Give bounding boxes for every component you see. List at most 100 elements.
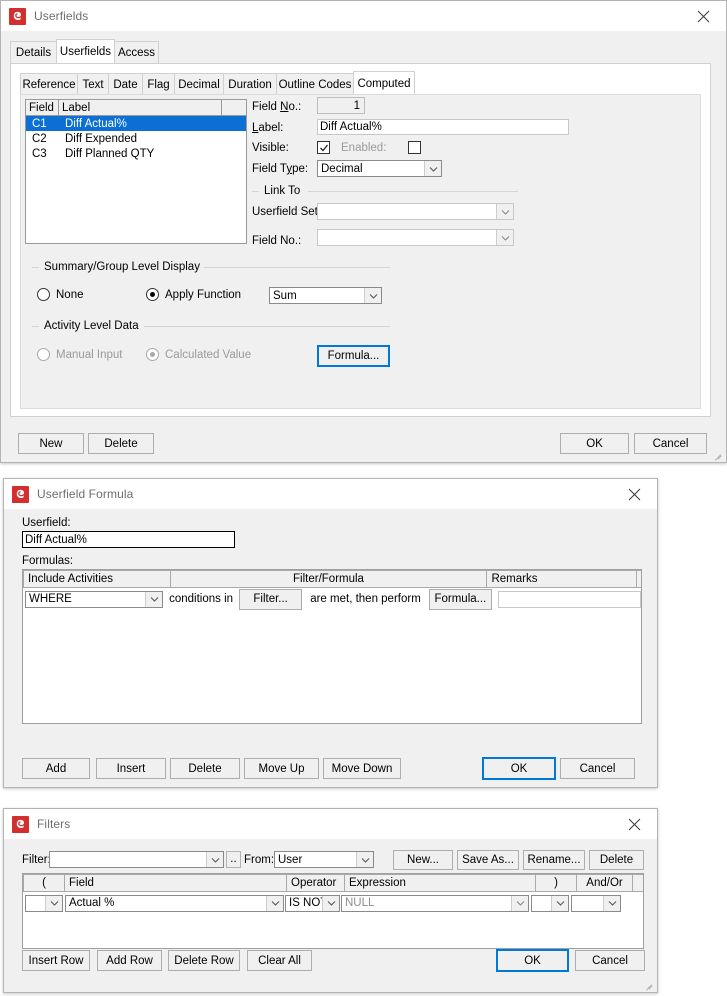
radio-apply-function-circle-icon[interactable] xyxy=(146,288,159,301)
tab-date[interactable]: Date xyxy=(108,73,143,95)
function-select[interactable]: Sum xyxy=(269,287,382,304)
chevron-down-icon[interactable] xyxy=(496,204,513,219)
move-down-button[interactable]: Move Down xyxy=(323,758,401,779)
tab-access[interactable]: Access xyxy=(114,41,159,64)
save-as-button[interactable]: Save As... xyxy=(457,850,519,870)
column-header-field[interactable]: Field xyxy=(65,874,287,892)
column-header-remarks[interactable]: Remarks xyxy=(487,570,637,588)
chevron-down-icon[interactable] xyxy=(206,852,223,867)
chevron-down-icon[interactable] xyxy=(266,895,283,911)
column-header-close-paren[interactable]: ) xyxy=(536,874,577,892)
link-field-no-select[interactable] xyxy=(317,229,514,246)
userfield-list[interactable]: Field Label C1 Diff Actual% C2 Diff Expe… xyxy=(25,99,247,244)
row-formula-button[interactable]: Formula... xyxy=(428,588,492,610)
userfield-set-select[interactable] xyxy=(317,203,514,220)
column-header-filter-formula[interactable]: Filter/Formula xyxy=(170,570,488,588)
tab-outline-codes[interactable]: Outline Codes xyxy=(276,73,354,95)
formula-cancel-button[interactable]: Cancel xyxy=(560,758,635,779)
list-item-label: Diff Expended xyxy=(65,132,138,145)
tab-text[interactable]: Text xyxy=(77,73,109,95)
filters-cancel-button[interactable]: Cancel xyxy=(575,950,645,971)
column-header-and-or[interactable]: And/Or xyxy=(577,874,633,892)
enabled-checkbox[interactable] xyxy=(408,141,421,154)
add-row-button[interactable]: Add Row xyxy=(97,950,162,971)
radio-calculated-value-circle-icon[interactable] xyxy=(146,348,159,361)
close-paren-select[interactable] xyxy=(531,894,569,912)
chevron-down-icon[interactable] xyxy=(364,288,381,303)
formula-row: WHERE conditions in Filter... are met, t… xyxy=(23,588,641,610)
close-icon[interactable] xyxy=(680,1,726,31)
move-up-button[interactable]: Move Up xyxy=(244,758,319,779)
resize-grip[interactable] xyxy=(643,978,655,991)
list-item[interactable]: C3 Diff Planned QTY xyxy=(26,146,246,161)
list-item[interactable]: C1 Diff Actual% xyxy=(26,116,246,131)
filter-button[interactable]: Filter... xyxy=(239,588,303,610)
tab-decimal[interactable]: Decimal xyxy=(174,73,224,95)
delete-row-button[interactable]: Delete Row xyxy=(168,950,240,971)
browse-button[interactable]: .. xyxy=(226,851,241,868)
tab-reference[interactable]: Reference xyxy=(20,73,78,95)
visible-checkbox[interactable] xyxy=(317,141,330,154)
expression-select[interactable]: NULL xyxy=(341,894,529,912)
userfield-input[interactable]: Diff Actual% xyxy=(22,531,235,548)
include-activities-select[interactable]: WHERE xyxy=(25,590,164,608)
add-button[interactable]: Add xyxy=(22,758,90,779)
formula-delete-button-label: Delete xyxy=(188,762,222,775)
remarks-input[interactable] xyxy=(497,590,641,608)
field-no-input[interactable]: 1 xyxy=(317,97,365,114)
chevron-down-icon[interactable] xyxy=(322,895,339,911)
radio-manual-input-circle-icon[interactable] xyxy=(37,348,50,361)
and-or-select[interactable] xyxy=(571,894,621,912)
radio-manual-input[interactable]: Manual Input xyxy=(37,348,123,361)
radio-calculated-value[interactable]: Calculated Value xyxy=(146,348,251,361)
from-select[interactable]: User xyxy=(274,851,374,868)
radio-none[interactable]: None xyxy=(37,288,84,301)
tab-details[interactable]: Details xyxy=(10,41,57,64)
insert-button[interactable]: Insert xyxy=(96,758,166,779)
resize-grip[interactable] xyxy=(712,448,724,461)
insert-row-button[interactable]: Insert Row xyxy=(22,950,90,971)
field-select[interactable]: Actual % xyxy=(65,894,284,912)
radio-none-circle-icon[interactable] xyxy=(37,288,50,301)
chevron-down-icon[interactable] xyxy=(356,852,373,867)
chevron-down-icon[interactable] xyxy=(424,161,441,176)
chevron-down-icon[interactable] xyxy=(511,895,528,911)
tab-flag[interactable]: Flag xyxy=(142,73,175,95)
tab-userfields[interactable]: Userfields xyxy=(56,39,115,64)
column-header-operator[interactable]: Operator xyxy=(287,874,345,892)
column-header-open-paren[interactable]: ( xyxy=(23,874,65,892)
column-header-include-activities[interactable]: Include Activities xyxy=(23,570,171,588)
close-icon[interactable] xyxy=(611,809,657,839)
rename-button[interactable]: Rename... xyxy=(523,850,585,870)
open-paren-select[interactable] xyxy=(25,894,63,912)
chevron-down-icon[interactable] xyxy=(496,230,513,245)
chevron-down-icon[interactable] xyxy=(45,895,62,911)
filters-new-button[interactable]: New... xyxy=(393,850,453,870)
field-type-select[interactable]: Decimal xyxy=(317,160,442,177)
ok-button-label: OK xyxy=(586,437,603,450)
new-button[interactable]: New xyxy=(18,433,84,454)
radio-apply-function[interactable]: Apply Function xyxy=(146,288,241,301)
clear-all-button[interactable]: Clear All xyxy=(247,950,312,971)
formulas-label: Formulas: xyxy=(22,555,74,567)
label-input[interactable]: Diff Actual% xyxy=(317,119,569,135)
close-icon[interactable] xyxy=(611,479,657,509)
column-header-expression[interactable]: Expression xyxy=(345,874,536,892)
ok-button[interactable]: OK xyxy=(560,433,629,454)
tab-computed[interactable]: Computed xyxy=(353,71,415,95)
chevron-down-icon[interactable] xyxy=(145,591,163,607)
filters-delete-button[interactable]: Delete xyxy=(589,850,644,870)
delete-button[interactable]: Delete xyxy=(88,433,154,454)
inner-tab-strip: Reference Text Date Flag Decimal Duratio… xyxy=(20,71,415,95)
formula-button[interactable]: Formula... xyxy=(317,345,390,367)
cancel-button[interactable]: Cancel xyxy=(634,433,707,454)
formula-delete-button[interactable]: Delete xyxy=(170,758,240,779)
list-item[interactable]: C2 Diff Expended xyxy=(26,131,246,146)
filter-select[interactable] xyxy=(49,851,224,868)
operator-select[interactable]: IS NOT xyxy=(285,894,340,912)
formula-ok-button[interactable]: OK xyxy=(482,757,556,780)
tab-duration[interactable]: Duration xyxy=(223,73,277,95)
chevron-down-icon[interactable] xyxy=(551,895,568,911)
chevron-down-icon[interactable] xyxy=(603,895,620,911)
filters-ok-button[interactable]: OK xyxy=(496,949,569,972)
